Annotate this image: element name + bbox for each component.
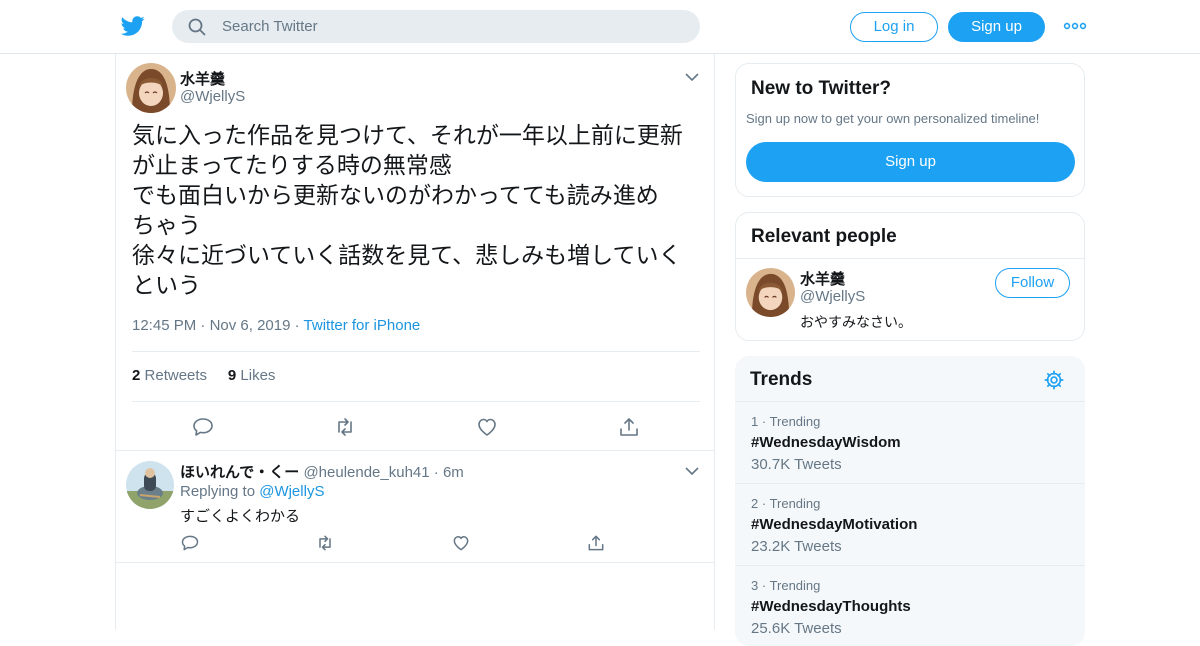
signup-button[interactable]: Sign up bbox=[948, 12, 1045, 42]
trend-hashtag[interactable]: #WednesdayWisdom bbox=[751, 434, 901, 451]
trend-rank: 2 bbox=[751, 496, 759, 511]
new-to-twitter-title: New to Twitter? bbox=[751, 78, 892, 99]
tweet-text: 気に入った作品を見つけて、それが一年以上前に更新 が止まってたりする時の無常感 … bbox=[132, 121, 702, 301]
reply-icon[interactable] bbox=[180, 533, 200, 553]
avatar[interactable] bbox=[126, 63, 176, 113]
likes-stat[interactable]: 9 Likes bbox=[228, 367, 276, 384]
new-to-twitter-subtitle: Sign up now to get your own personalized… bbox=[746, 111, 1040, 126]
trend-item[interactable]: 1 · Trending #WednesdayWisdom 30.7K Twee… bbox=[735, 402, 1085, 484]
retweet-icon[interactable] bbox=[333, 415, 357, 439]
tweet-text-line: 気に入った作品を見つけて、それが一年以上前に更新 bbox=[132, 123, 683, 149]
retweet-count: 2 bbox=[132, 367, 141, 384]
reply-text: すごくよくわかる bbox=[180, 507, 301, 525]
tweet-text-line: ちゃう bbox=[132, 213, 201, 239]
trend-item[interactable]: 3 · Trending #WednesdayThoughts 25.6K Tw… bbox=[735, 566, 1085, 646]
trend-hashtag[interactable]: #WednesdayThoughts bbox=[751, 598, 911, 615]
twitter-logo-icon[interactable] bbox=[120, 14, 146, 38]
chevron-down-icon[interactable] bbox=[685, 72, 699, 82]
trends-card: Trends 1 · Trending #WednesdayWisdom 30.… bbox=[735, 356, 1085, 646]
follow-button[interactable]: Follow bbox=[995, 268, 1070, 298]
tweet-source-link[interactable]: Twitter for iPhone bbox=[304, 317, 421, 334]
relevant-people-title: Relevant people bbox=[751, 226, 897, 247]
replying-to-link[interactable]: @WjellyS bbox=[259, 483, 324, 500]
tweet-text-line: 徐々に近づいていく話数を見て、悲しみも増していく bbox=[132, 243, 682, 269]
trends-title: Trends bbox=[750, 369, 813, 390]
tweet-text-line: でも面白いから更新ないのがわかってても読み進め bbox=[132, 183, 659, 209]
like-label: Likes bbox=[240, 367, 276, 384]
reply-author-handle[interactable]: @heulende_kuh41 bbox=[303, 464, 429, 481]
trend-rank: 1 bbox=[751, 414, 759, 429]
like-icon[interactable] bbox=[475, 415, 499, 439]
top-navigation: Log in Sign up bbox=[0, 0, 1200, 54]
trend-meta: 1 · Trending bbox=[751, 414, 821, 429]
retweets-stat[interactable]: 2 Retweets bbox=[132, 367, 207, 384]
trend-label: Trending bbox=[769, 496, 821, 511]
search-box[interactable] bbox=[172, 10, 700, 43]
retweet-label: Retweets bbox=[144, 367, 208, 384]
trend-rank: 3 bbox=[751, 578, 759, 593]
signup-button[interactable]: Sign up bbox=[746, 142, 1075, 182]
search-icon bbox=[188, 18, 206, 36]
reply-icon[interactable] bbox=[191, 415, 215, 439]
tweet-stats: 2 Retweets 9 Likes bbox=[132, 367, 275, 384]
new-to-twitter-card: New to Twitter? Sign up now to get your … bbox=[735, 63, 1085, 197]
meta-separator: · bbox=[294, 317, 304, 334]
divider bbox=[736, 258, 1084, 259]
tweet-time[interactable]: 12:45 PM bbox=[132, 317, 196, 334]
tweet-author-name[interactable]: 水羊羹 bbox=[180, 68, 225, 89]
relevant-people-card: Relevant people 水羊羹 @WjellyS おやすみなさい。 Fo… bbox=[735, 212, 1085, 341]
chevron-down-icon[interactable] bbox=[685, 466, 699, 476]
meta-separator: · bbox=[433, 464, 439, 481]
avatar[interactable] bbox=[746, 268, 795, 317]
search-input[interactable] bbox=[222, 10, 682, 43]
trend-hashtag[interactable]: #WednesdayMotivation bbox=[751, 516, 917, 533]
relevant-person-handle[interactable]: @WjellyS bbox=[800, 288, 865, 305]
like-count: 9 bbox=[227, 367, 237, 384]
trend-label: Trending bbox=[769, 578, 821, 593]
main-timeline: 水羊羹 @WjellyS 気に入った作品を見つけて、それが一年以上前に更新 が止… bbox=[115, 54, 715, 630]
share-icon[interactable] bbox=[586, 533, 606, 553]
tweet-text-line: という bbox=[132, 273, 201, 299]
more-dots-icon[interactable] bbox=[1063, 18, 1087, 34]
trend-tweet-count: 23.2K Tweets bbox=[751, 538, 842, 555]
gear-icon[interactable] bbox=[1043, 369, 1065, 391]
divider bbox=[116, 450, 714, 451]
relevant-person-bio: おやすみなさい。 bbox=[800, 315, 912, 331]
trend-label: Trending bbox=[769, 414, 821, 429]
trend-item[interactable]: 2 · Trending #WednesdayMotivation 23.2K … bbox=[735, 484, 1085, 566]
like-icon[interactable] bbox=[451, 533, 471, 553]
reply-author[interactable]: ほいれんで・くー @heulende_kuh41 · 6m bbox=[180, 461, 464, 482]
replying-to: Replying to @WjellyS bbox=[180, 483, 324, 500]
reply-author-name[interactable]: ほいれんで・くー bbox=[180, 463, 299, 481]
login-button[interactable]: Log in bbox=[850, 12, 938, 42]
tweet-author-handle[interactable]: @WjellyS bbox=[180, 88, 245, 105]
trend-meta: 2 · Trending bbox=[751, 496, 821, 511]
trend-tweet-count: 25.6K Tweets bbox=[751, 620, 842, 637]
divider bbox=[132, 401, 700, 402]
divider bbox=[116, 562, 714, 563]
tweet-text-line: が止まってたりする時の無常感 bbox=[132, 153, 452, 179]
divider bbox=[132, 351, 700, 352]
share-icon[interactable] bbox=[617, 415, 641, 439]
tweet-metadata: 12:45 PM · Nov 6, 2019 · Twitter for iPh… bbox=[132, 317, 420, 334]
relevant-person-name[interactable]: 水羊羹 bbox=[800, 268, 845, 289]
reply-age[interactable]: 6m bbox=[443, 464, 464, 481]
retweet-icon[interactable] bbox=[315, 533, 335, 553]
trend-tweet-count: 30.7K Tweets bbox=[751, 456, 842, 473]
trend-meta: 3 · Trending bbox=[751, 578, 821, 593]
avatar[interactable] bbox=[126, 461, 174, 509]
meta-separator: · bbox=[200, 317, 210, 334]
replying-prefix: Replying to bbox=[180, 483, 256, 500]
tweet-date[interactable]: Nov 6, 2019 bbox=[210, 317, 291, 334]
